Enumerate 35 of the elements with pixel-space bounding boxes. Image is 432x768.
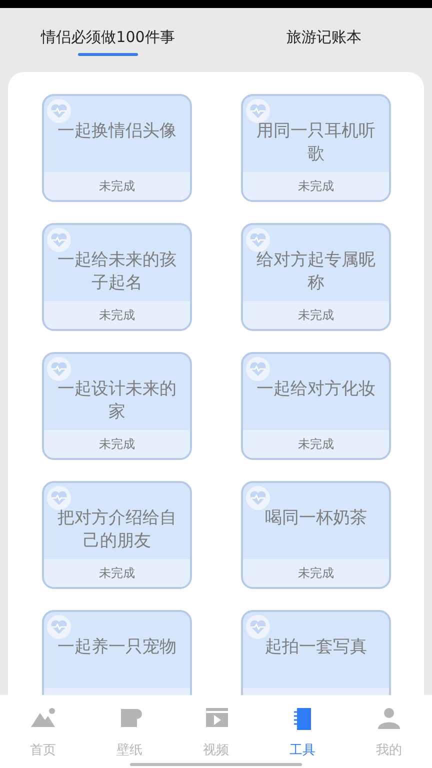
task-title: 用同一只耳机听歌 — [256, 120, 376, 166]
task-card[interactable]: 用同一只耳机听歌 未完成 — [241, 94, 391, 202]
tab[interactable]: 情侣必须做100件事 — [0, 8, 216, 57]
task-card[interactable]: 一起换情侣头像 未完成 — [42, 94, 192, 202]
task-status: 未完成 — [243, 559, 389, 587]
task-status: 未完成 — [243, 301, 389, 329]
task-card[interactable]: 一起养一只宠物 — [42, 610, 192, 695]
task-card[interactable]: 一起设计未来的家 未完成 — [42, 352, 192, 460]
task-status: 未完成 — [44, 559, 190, 587]
task-title: 给对方起专属昵称 — [256, 249, 376, 295]
task-title: 一起设计未来的家 — [56, 378, 178, 424]
task-title: 喝同一杯奶茶 — [265, 507, 367, 530]
nav-tab[interactable]: 工具 — [259, 695, 346, 768]
task-status: 未完成 — [243, 172, 389, 200]
task-title: 起拍一套写真 — [265, 636, 367, 659]
nav-tab[interactable]: 首页 — [0, 695, 86, 768]
nav-tab[interactable]: 我的 — [346, 695, 432, 768]
task-title: 把对方介绍给自己的朋友 — [56, 507, 178, 553]
tab[interactable]: 旅游记账本 — [216, 8, 432, 57]
task-card[interactable]: 起拍一套写真 — [241, 610, 391, 695]
task-title: 一起养一只宠物 — [58, 636, 176, 659]
task-status: 未完成 — [243, 430, 389, 458]
task-title: 一起换情侣头像 — [58, 120, 176, 143]
task-card[interactable]: 一起给对方化妆 未完成 — [241, 352, 391, 460]
task-card[interactable]: 一起给未来的孩子起名 未完成 — [42, 223, 192, 331]
task-card[interactable]: 把对方介绍给自己的朋友 未完成 — [42, 481, 192, 589]
task-card[interactable]: 喝同一杯奶茶 未完成 — [241, 481, 391, 589]
task-status: 未完成 — [44, 430, 190, 458]
nav-tab[interactable]: 视频 — [172, 695, 260, 768]
task-title: 一起给未来的孩子起名 — [56, 249, 178, 295]
tab-underline — [78, 53, 138, 56]
task-card[interactable]: 给对方起专属昵称 未完成 — [241, 223, 391, 331]
task-title: 一起给对方化妆 — [256, 378, 376, 401]
task-status: 未完成 — [44, 301, 190, 329]
task-status: 未完成 — [44, 172, 190, 200]
